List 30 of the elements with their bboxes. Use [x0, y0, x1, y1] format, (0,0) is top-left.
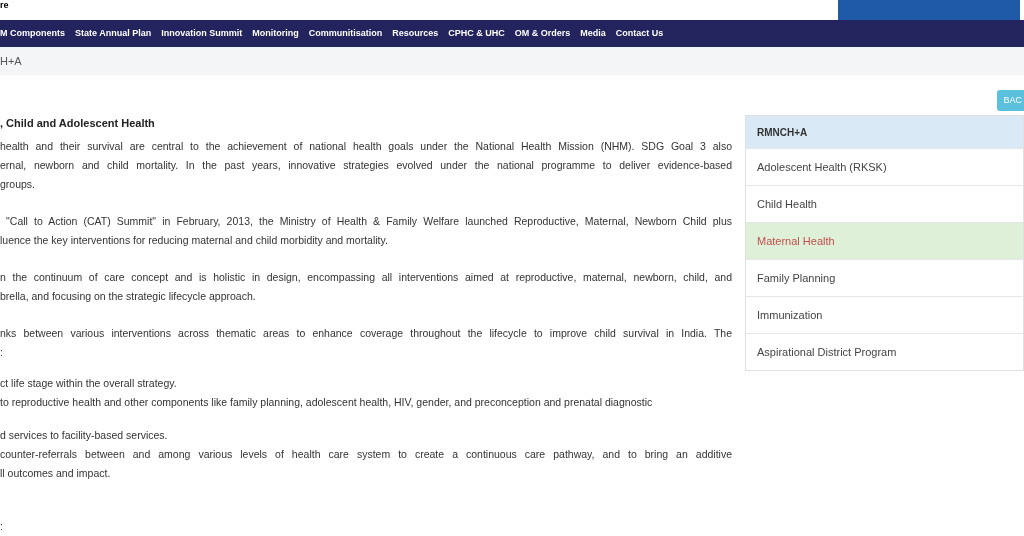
- nav-link[interactable]: Media: [580, 26, 606, 41]
- nav-link[interactable]: Contact Us: [615, 26, 664, 41]
- paragraph-line: counter-referrals between and among various levels of health care system to create a continuous care pathway, and to bring an additive: [0, 447, 732, 462]
- nav-link[interactable]: OM & Orders: [514, 26, 571, 41]
- paragraph-line: luence the key interventions for reducing maternal and child morbidity and mortality.: [0, 233, 389, 248]
- paragraph-line: ct life stage within the overall strategy.: [0, 376, 178, 391]
- sidebar-item[interactable]: Maternal Health: [746, 222, 1023, 259]
- article-heading: , Child and Adolescent Health: [0, 116, 156, 131]
- paragraph-line: nks between various interventions across thematic areas to enhance coverage throughout the lifecycle to improve child survival in India. The: [0, 326, 732, 341]
- paragraph-line: ernal, newborn and child mortality. In the past years, innovative strategies evolved under the national programme to deliver evidence-based: [0, 158, 732, 173]
- nav-link[interactable]: Communitisation: [308, 26, 383, 41]
- paragraph-line: ll outcomes and impact.: [0, 466, 112, 481]
- site-title: re: [0, 0, 9, 10]
- breadcrumb: H+A: [0, 53, 22, 69]
- nav-link[interactable]: Innovation Summit: [161, 26, 243, 41]
- sidebar-header: RMNCH+A: [746, 116, 1023, 148]
- nav-link[interactable]: State Annual Plan: [75, 26, 152, 41]
- paragraph-line: health and their survival are central to the achievement of national health goals under the National Health Mission (NHM). SDG Goal 3 also: [0, 139, 732, 154]
- nav-link[interactable]: CPHC & UHC: [448, 26, 505, 41]
- nav-link[interactable]: Monitoring: [252, 26, 299, 41]
- paragraph-line: brella, and focusing on the strategic lifecycle approach.: [0, 289, 257, 304]
- nav-link[interactable]: Resources: [392, 26, 439, 41]
- paragraph-line: to reproductive health and other components like family planning, adolescent health, HIV, gender, and preconception and prenatal diagnostic: [0, 395, 654, 410]
- paragraph-line: n the continuum of care concept and is holistic in design, encompassing all interventions aimed at reproductive, maternal, newborn, child, and: [0, 270, 732, 285]
- paragraph-line: :: [0, 345, 4, 360]
- paragraph-line: "Call to Action (CAT) Summit" in February, 2013, the Ministry of Health & Family Welfare launched Reproductive, Maternal, Newborn Child plus: [5, 214, 732, 229]
- paragraph-line: :: [0, 519, 4, 534]
- nav-link[interactable]: M Components: [0, 26, 65, 41]
- paragraph-line: d services to facility-based services.: [0, 428, 169, 443]
- paragraph-line: groups.: [0, 177, 37, 192]
